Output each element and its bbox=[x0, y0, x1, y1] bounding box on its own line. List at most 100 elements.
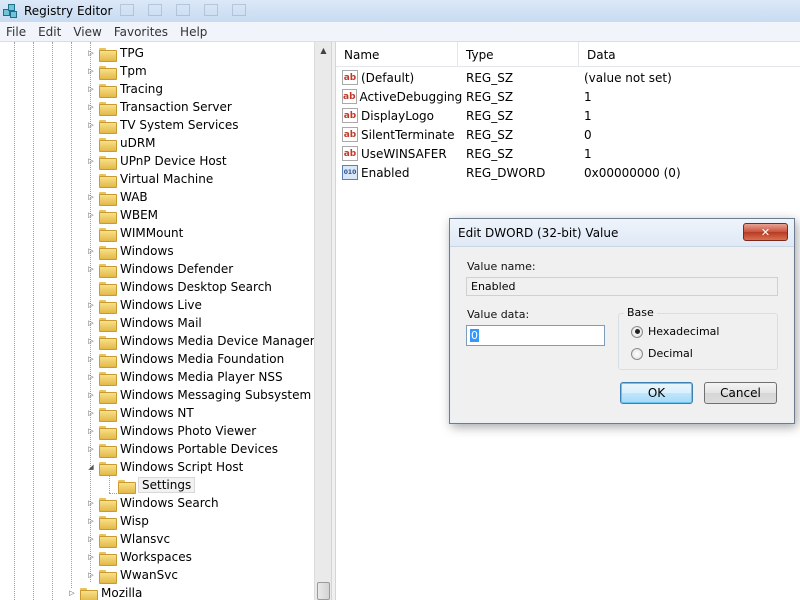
hexadecimal-radio[interactable]: Hexadecimal bbox=[631, 325, 719, 338]
tree-item[interactable]: ▷ WBEM bbox=[86, 206, 159, 224]
tree-item[interactable]: Settings bbox=[118, 476, 196, 494]
expand-arrow-icon[interactable]: ▷ bbox=[86, 422, 96, 440]
column-header-data[interactable]: Data bbox=[579, 42, 800, 67]
tree-item[interactable]: ▷ Tpm bbox=[86, 62, 148, 80]
dialog-title: Edit DWORD (32-bit) Value bbox=[458, 225, 619, 240]
value-data-input[interactable]: 0 bbox=[466, 325, 605, 346]
expand-arrow-icon[interactable]: ▷ bbox=[86, 80, 96, 98]
expand-arrow-icon[interactable]: ▷ bbox=[86, 332, 96, 350]
expand-arrow-icon[interactable]: ▷ bbox=[86, 206, 96, 224]
list-item[interactable]: ab UseWINSAFER REG_SZ 1 bbox=[336, 144, 800, 163]
expand-arrow-icon[interactable]: ▷ bbox=[86, 512, 96, 530]
menu-file[interactable]: File bbox=[0, 25, 32, 39]
tree-item[interactable]: ▷ Tracing bbox=[86, 80, 164, 98]
expand-arrow-icon[interactable]: ▷ bbox=[86, 98, 96, 116]
list-item[interactable]: ab (Default) REG_SZ (value not set) bbox=[336, 68, 800, 87]
folder-icon bbox=[99, 425, 117, 440]
tree-item[interactable]: ▷ Windows Media Device Manager bbox=[86, 332, 314, 350]
tree-item[interactable]: ▷ Windows Media Foundation bbox=[86, 350, 285, 368]
tree-item[interactable]: ▷ WwanSvc bbox=[86, 566, 179, 584]
expand-arrow-icon[interactable]: ▷ bbox=[86, 440, 96, 458]
tree-item[interactable]: ▷ Windows Search bbox=[86, 494, 220, 512]
expand-arrow-icon[interactable]: ▷ bbox=[86, 314, 96, 332]
folder-icon bbox=[99, 101, 117, 116]
tree-item[interactable]: ▷ Windows Photo Viewer bbox=[86, 422, 257, 440]
folder-icon bbox=[99, 443, 117, 458]
expand-arrow-icon[interactable]: ▷ bbox=[86, 296, 96, 314]
folder-icon bbox=[99, 569, 117, 584]
tree-item-label: UPnP Device Host bbox=[120, 154, 227, 168]
menu-help[interactable]: Help bbox=[174, 25, 213, 39]
value-data: (value not set) bbox=[584, 70, 672, 85]
tree-item[interactable]: ▷ UPnP Device Host bbox=[86, 152, 228, 170]
tree-item[interactable]: ▷ TPG bbox=[86, 44, 145, 62]
expand-arrow-icon[interactable]: ▷ bbox=[86, 116, 96, 134]
expand-arrow-icon[interactable]: ▷ bbox=[86, 494, 96, 512]
tree-item[interactable]: ▷ Windows Portable Devices bbox=[86, 440, 279, 458]
folder-icon bbox=[99, 245, 117, 260]
ok-button[interactable]: OK bbox=[620, 382, 693, 404]
close-icon[interactable]: ✕ bbox=[743, 223, 788, 241]
tree-item-label: WBEM bbox=[120, 208, 159, 222]
expand-arrow-icon[interactable]: ▷ bbox=[86, 62, 96, 80]
tree-item[interactable]: ▷ Transaction Server bbox=[86, 98, 233, 116]
expand-arrow-icon[interactable]: ▷ bbox=[86, 44, 96, 62]
tree-item[interactable]: Windows Desktop Search bbox=[86, 278, 273, 296]
menu-favorites[interactable]: Favorites bbox=[108, 25, 174, 39]
tree-item[interactable]: ▷ Windows Media Player NSS bbox=[86, 368, 284, 386]
expand-arrow-icon[interactable]: ▷ bbox=[86, 404, 96, 422]
expand-arrow-icon[interactable]: ▷ bbox=[86, 548, 96, 566]
tree-item[interactable]: ▷ TV System Services bbox=[86, 116, 240, 134]
tree-item[interactable]: ▷ WAB bbox=[86, 188, 149, 206]
expand-arrow-icon[interactable]: ▷ bbox=[86, 530, 96, 548]
expand-arrow-icon[interactable]: ▷ bbox=[86, 368, 96, 386]
expand-arrow-icon[interactable]: ▷ bbox=[86, 260, 96, 278]
expand-arrow-icon[interactable]: ▷ bbox=[86, 242, 96, 260]
tree-item[interactable]: ▷ Wisp bbox=[86, 512, 150, 530]
tree-item[interactable]: ▷ Windows Defender bbox=[86, 260, 234, 278]
cancel-button[interactable]: Cancel bbox=[704, 382, 777, 404]
window-title: Registry Editor bbox=[24, 4, 113, 18]
tree-item[interactable]: ▷ Windows Messaging Subsystem bbox=[86, 386, 312, 404]
tree-scrollbar[interactable]: ▲ bbox=[314, 42, 331, 600]
folder-icon bbox=[99, 191, 117, 206]
list-item[interactable]: ab SilentTerminate REG_SZ 0 bbox=[336, 125, 800, 144]
expand-arrow-icon[interactable]: ▷ bbox=[86, 386, 96, 404]
expand-arrow-icon[interactable]: ▷ bbox=[86, 188, 96, 206]
decimal-radio[interactable]: Decimal bbox=[631, 347, 693, 360]
list-item[interactable]: ab ActiveDebugging REG_SZ 1 bbox=[336, 87, 800, 106]
tree-item[interactable]: ▷ Windows bbox=[86, 242, 175, 260]
expand-arrow-icon bbox=[86, 170, 96, 188]
list-item[interactable]: 010 Enabled REG_DWORD 0x00000000 (0) bbox=[336, 163, 800, 182]
list-item[interactable]: ab DisplayLogo REG_SZ 1 bbox=[336, 106, 800, 125]
expand-arrow-icon[interactable]: ▷ bbox=[86, 566, 96, 584]
expand-arrow-icon[interactable]: ▷ bbox=[86, 350, 96, 368]
column-header-type[interactable]: Type bbox=[458, 42, 579, 67]
tree-item[interactable]: WIMMount bbox=[86, 224, 184, 242]
tree-item[interactable]: uDRM bbox=[86, 134, 157, 152]
folder-icon bbox=[99, 371, 117, 386]
menu-view[interactable]: View bbox=[67, 25, 107, 39]
expand-arrow-icon[interactable]: ▷ bbox=[86, 152, 96, 170]
column-header-name[interactable]: Name bbox=[336, 42, 458, 67]
value-name: DisplayLogo bbox=[361, 108, 435, 123]
tree-item[interactable]: ▷ Wlansvc bbox=[86, 530, 171, 548]
folder-icon bbox=[99, 65, 117, 80]
scroll-up-arrow-icon[interactable]: ▲ bbox=[315, 42, 332, 59]
registry-tree[interactable]: ▷ TPG ▷ Tpm ▷ Tracing ▷ Transaction Server ▷ TV S… bbox=[0, 42, 314, 600]
tree-item[interactable]: ▷ Windows NT bbox=[86, 404, 195, 422]
tree-item[interactable]: ▷ Windows Live bbox=[86, 296, 203, 314]
tree-item[interactable]: ▷ Windows Mail bbox=[86, 314, 203, 332]
tree-item[interactable]: ▷ Mozilla bbox=[67, 584, 143, 600]
tree-item[interactable]: Virtual Machine bbox=[86, 170, 214, 188]
value-type: REG_SZ bbox=[466, 89, 514, 104]
value-type: REG_SZ bbox=[466, 146, 514, 161]
value-data-text: 0 bbox=[470, 329, 479, 342]
tree-item[interactable]: ◢ Windows Script Host bbox=[86, 458, 244, 476]
menu-edit[interactable]: Edit bbox=[32, 25, 67, 39]
scroll-thumb[interactable] bbox=[317, 582, 330, 600]
tree-item[interactable]: ▷ Workspaces bbox=[86, 548, 193, 566]
tree-item-label: Workspaces bbox=[120, 550, 192, 564]
expand-arrow-icon[interactable]: ▷ bbox=[67, 584, 77, 600]
collapse-arrow-icon[interactable]: ◢ bbox=[86, 458, 96, 476]
